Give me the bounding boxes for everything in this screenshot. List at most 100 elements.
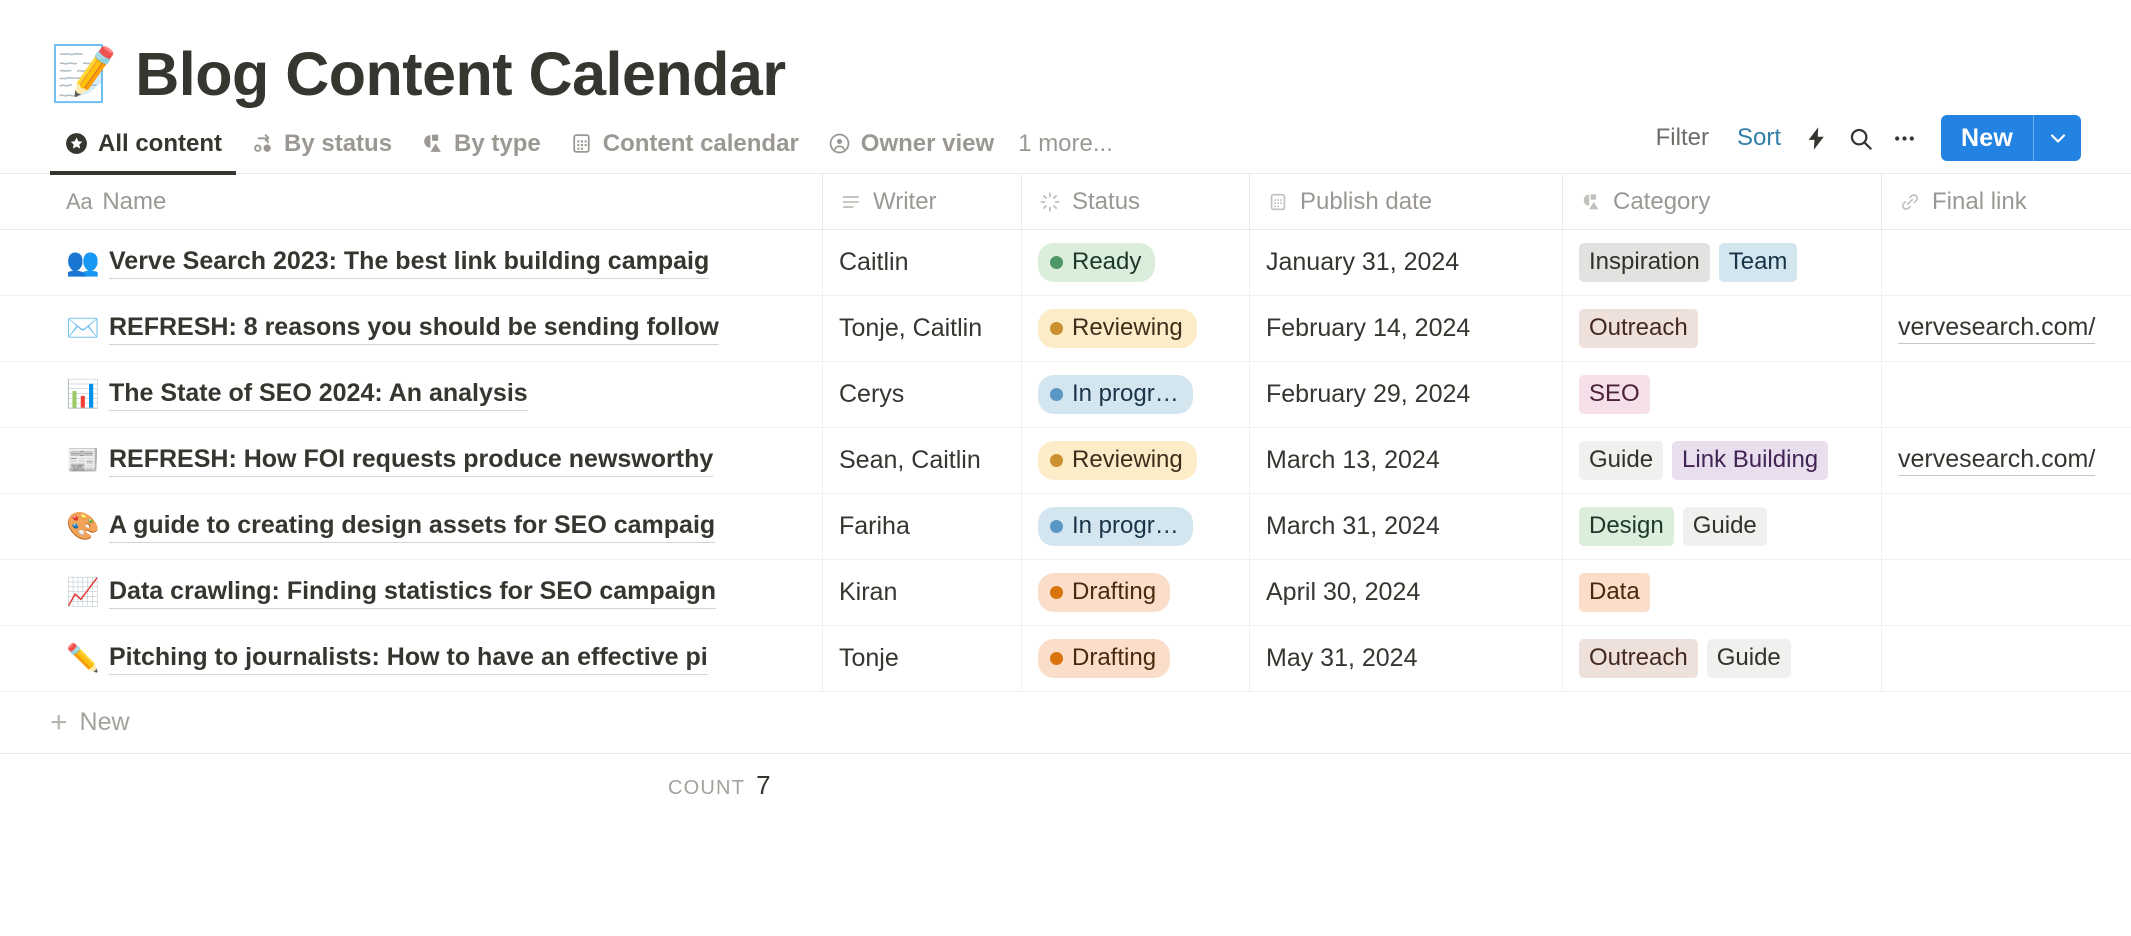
cell-category[interactable]: Outreach Guide (1563, 626, 1882, 691)
row-title-link[interactable]: Pitching to journalists: How to have an … (109, 643, 708, 675)
column-header-writer[interactable]: Writer (823, 174, 1022, 229)
memo-emoji[interactable]: 📝 (50, 47, 117, 101)
cell-status[interactable]: In progr… (1022, 494, 1250, 559)
cell-writer[interactable]: Caitlin (823, 230, 1022, 295)
column-label: Publish date (1300, 187, 1433, 215)
cell-writer[interactable]: Kiran (823, 560, 1022, 625)
tab-by-status[interactable]: By status (236, 112, 406, 173)
cell-publish-date[interactable]: March 31, 2024 (1250, 494, 1563, 559)
table-row[interactable]: 📈 Data crawling: Finding statistics for … (0, 560, 2131, 626)
multi-select-shapes-icon (1579, 191, 1603, 213)
cell-writer[interactable]: Cerys (823, 362, 1022, 427)
table-row[interactable]: 📰 REFRESH: How FOI requests produce news… (0, 428, 2131, 494)
cell-status[interactable]: Reviewing (1022, 296, 1250, 361)
sort-button[interactable]: Sort (1723, 118, 1795, 158)
cell-publish-date[interactable]: May 31, 2024 (1250, 626, 1563, 691)
cell-final-link[interactable] (1882, 494, 2131, 559)
final-link-value[interactable]: vervesearch.com/ (1898, 313, 2096, 344)
row-title-link[interactable]: REFRESH: How FOI requests produce newswo… (109, 445, 714, 477)
cell-final-link[interactable] (1882, 626, 2131, 691)
calendar-icon (1266, 191, 1290, 213)
cell-name[interactable]: 📈 Data crawling: Finding statistics for … (50, 560, 823, 625)
tab-label: By status (284, 130, 393, 157)
tab-all-content[interactable]: All content (50, 112, 236, 175)
tab-by-type[interactable]: By type (406, 112, 555, 173)
ellipsis-icon[interactable] (1883, 118, 1927, 158)
new-button-group[interactable]: New (1940, 115, 2081, 161)
cell-status[interactable]: Drafting (1022, 626, 1250, 691)
column-header-publish-date[interactable]: Publish date (1250, 174, 1563, 229)
row-gutter (0, 494, 50, 559)
table-row[interactable]: 🎨 A guide to creating design assets for … (0, 494, 2131, 560)
chevron-down-icon[interactable] (2033, 115, 2081, 161)
cell-publish-date[interactable]: March 13, 2024 (1250, 428, 1563, 493)
tab-owner-view[interactable]: Owner view (813, 112, 1008, 173)
lightning-bolt-icon[interactable] (1795, 118, 1839, 158)
tab-content-calendar[interactable]: Content calendar (555, 112, 813, 173)
cell-name[interactable]: 👥 Verve Search 2023: The best link build… (50, 230, 823, 295)
final-link-value[interactable]: vervesearch.com/ (1898, 445, 2096, 476)
category-tag: Data (1579, 573, 1650, 612)
status-label: In progr… (1072, 380, 1179, 407)
cell-writer[interactable]: Sean, Caitlin (823, 428, 1022, 493)
page-title[interactable]: Blog Content Calendar (135, 42, 786, 106)
column-header-category[interactable]: Category (1563, 174, 1882, 229)
status-label: In progr… (1072, 512, 1179, 539)
database-toolbar: Filter Sort New (1642, 115, 2081, 173)
cell-publish-date[interactable]: February 29, 2024 (1250, 362, 1563, 427)
cell-name[interactable]: 🎨 A guide to creating design assets for … (50, 494, 823, 559)
table-row[interactable]: ✉️ REFRESH: 8 reasons you should be send… (0, 296, 2131, 362)
search-icon[interactable] (1839, 118, 1883, 158)
table-row[interactable]: 📊 The State of SEO 2024: An analysis Cer… (0, 362, 2131, 428)
cell-final-link[interactable]: vervesearch.com/ (1882, 428, 2131, 493)
cell-category[interactable]: Design Guide (1563, 494, 1882, 559)
cell-status[interactable]: Ready (1022, 230, 1250, 295)
plus-icon: + (50, 705, 68, 739)
cell-writer[interactable]: Fariha (823, 494, 1022, 559)
row-title-link[interactable]: REFRESH: 8 reasons you should be sending… (109, 313, 719, 345)
add-new-row-button[interactable]: + New (0, 692, 2131, 754)
cell-category[interactable]: SEO (1563, 362, 1882, 427)
status-dot (1050, 585, 1063, 599)
cell-final-link[interactable] (1882, 230, 2131, 295)
filter-button[interactable]: Filter (1642, 118, 1723, 158)
status-label: Reviewing (1072, 314, 1183, 341)
row-title-link[interactable]: A guide to creating design assets for SE… (109, 511, 716, 543)
cell-category[interactable]: Inspiration Team (1563, 230, 1882, 295)
cell-category[interactable]: Outreach (1563, 296, 1882, 361)
column-header-final-link[interactable]: Final link (1882, 174, 2131, 229)
cell-category[interactable]: Guide Link Building (1563, 428, 1882, 493)
gutter-header (0, 174, 50, 229)
cell-name[interactable]: 📊 The State of SEO 2024: An analysis (50, 362, 823, 427)
cell-category[interactable]: Data (1563, 560, 1882, 625)
row-title-link[interactable]: The State of SEO 2024: An analysis (109, 379, 528, 411)
column-header-name[interactable]: Aa Name (50, 174, 823, 229)
cell-final-link[interactable]: vervesearch.com/ (1882, 296, 2131, 361)
cell-name[interactable]: ✉️ REFRESH: 8 reasons you should be send… (50, 296, 823, 361)
row-title-link[interactable]: Data crawling: Finding statistics for SE… (109, 577, 717, 609)
date-value: February 14, 2024 (1266, 314, 1471, 342)
person-circle-icon (827, 131, 852, 156)
cell-status[interactable]: In progr… (1022, 362, 1250, 427)
column-header-status[interactable]: Status (1022, 174, 1250, 229)
add-new-row-label: New (79, 708, 130, 736)
cell-publish-date[interactable]: January 31, 2024 (1250, 230, 1563, 295)
tab-more-views[interactable]: 1 more... (1008, 130, 1123, 173)
row-title-link[interactable]: Verve Search 2023: The best link buildin… (109, 247, 710, 279)
cell-publish-date[interactable]: February 14, 2024 (1250, 296, 1563, 361)
cell-writer[interactable]: Tonje (823, 626, 1022, 691)
cell-final-link[interactable] (1882, 560, 2131, 625)
cell-status[interactable]: Reviewing (1022, 428, 1250, 493)
cell-name[interactable]: ✏️ Pitching to journalists: How to have … (50, 626, 823, 691)
cell-writer[interactable]: Tonje, Caitlin (823, 296, 1022, 361)
table-row[interactable]: 👥 Verve Search 2023: The best link build… (0, 230, 2131, 296)
new-button[interactable]: New (1941, 115, 2033, 161)
calendar-icon (569, 131, 594, 156)
count-summary[interactable]: COUNT 7 (668, 770, 771, 801)
table-row[interactable]: ✏️ Pitching to journalists: How to have … (0, 626, 2131, 692)
cell-publish-date[interactable]: April 30, 2024 (1250, 560, 1563, 625)
cell-name[interactable]: 📰 REFRESH: How FOI requests produce news… (50, 428, 823, 493)
cell-final-link[interactable] (1882, 362, 2131, 427)
cell-status[interactable]: Drafting (1022, 560, 1250, 625)
notion-database-page: 📝 Blog Content Calendar All content By s… (0, 0, 2131, 936)
